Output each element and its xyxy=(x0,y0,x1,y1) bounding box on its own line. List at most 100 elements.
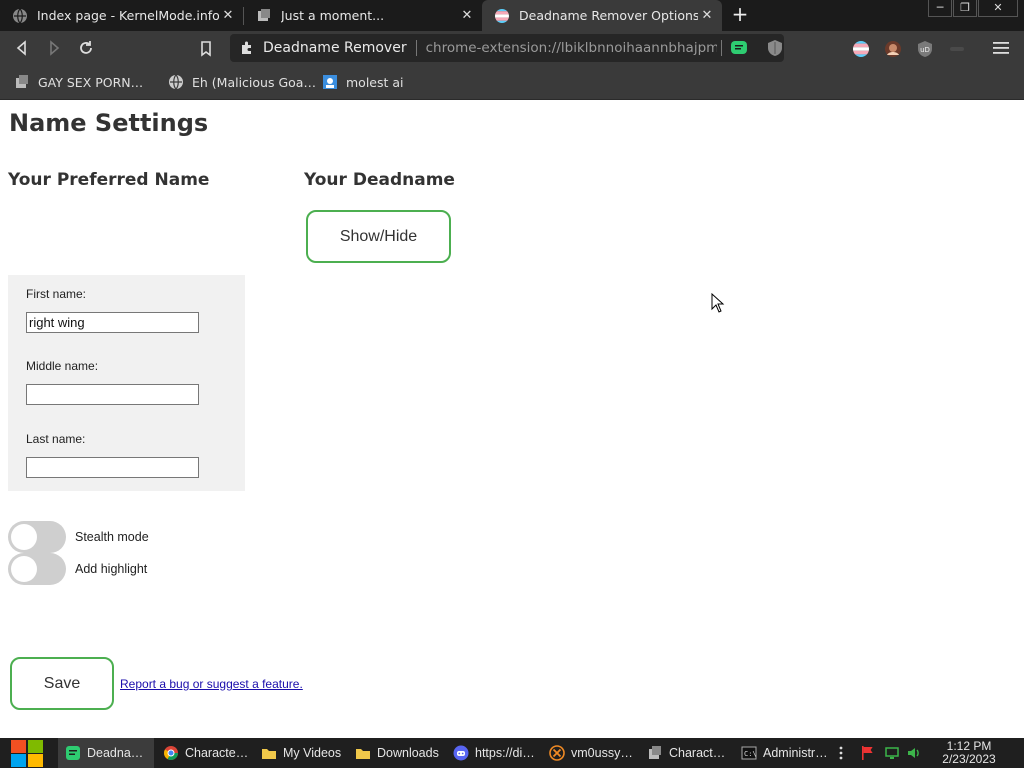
app-icon xyxy=(649,746,661,759)
taskbar-label: Characte… xyxy=(185,746,249,760)
tab-title: Deadname Remover Options xyxy=(519,8,698,23)
restore-icon[interactable]: ❐ xyxy=(953,0,977,17)
omnibox-divider xyxy=(415,40,417,56)
last-name-label: Last name: xyxy=(26,432,86,446)
globe-icon xyxy=(169,74,183,90)
tab-title: Just a moment... xyxy=(281,8,385,23)
forward-arrow-icon[interactable] xyxy=(44,38,64,58)
bookmarks-bar: GAY SEX PORN… Eh (Malicious Goa… molest … xyxy=(0,65,1024,100)
taskbar-label: Deadna… xyxy=(87,746,144,760)
close-icon[interactable]: ✕ xyxy=(219,8,237,23)
system-clock[interactable]: 1:12 PM 2/23/2023 xyxy=(930,740,1008,766)
middle-name-field[interactable] xyxy=(26,384,199,405)
url-text: chrome-extension://lbiklbnnoihaannbhajpm… xyxy=(425,40,718,56)
puzzle-extension-icon xyxy=(242,41,251,54)
tab-kernelmode[interactable]: Index page - KernelMode.info ✕ xyxy=(0,0,243,31)
add-highlight-toggle[interactable] xyxy=(8,553,66,585)
extension-name-label: Deadname Remover xyxy=(263,40,407,56)
close-icon[interactable]: ✕ xyxy=(458,8,476,23)
toggle-knob xyxy=(11,524,37,550)
tab-title: Index page - KernelMode.info xyxy=(37,8,219,23)
folder-icon xyxy=(356,749,370,759)
stealth-mode-label: Stealth mode xyxy=(75,530,149,544)
bookmark-label: molest ai xyxy=(346,74,404,90)
last-name-field[interactable] xyxy=(26,457,199,478)
show-hide-button[interactable]: Show/Hide xyxy=(306,210,451,263)
taskbar-label: Downloads xyxy=(377,746,439,760)
shield-icon[interactable] xyxy=(766,39,784,57)
windows-taskbar: Deadna… Characte… My Videos Downloads ht… xyxy=(0,738,1024,768)
windows-start-icon[interactable] xyxy=(10,739,44,768)
deadname-heading: Your Deadname xyxy=(304,170,455,190)
options-page: Name Settings Your Preferred Name Your D… xyxy=(0,100,1024,738)
taskbar-label: My Videos xyxy=(283,746,342,760)
speaker-icon[interactable] xyxy=(906,745,922,761)
taskbar-item[interactable]: My Videos xyxy=(254,738,344,768)
add-highlight-label: Add highlight xyxy=(75,562,148,576)
taskbar-item[interactable]: Deadna… xyxy=(58,738,154,768)
dim-extension-icon[interactable] xyxy=(948,40,966,58)
stack-icon xyxy=(16,75,28,88)
taskbar-label: Charact… xyxy=(669,746,726,760)
bookmark-label: GAY SEX PORN… xyxy=(38,74,144,90)
reload-icon[interactable] xyxy=(76,38,96,58)
network-icon[interactable] xyxy=(884,745,900,761)
globe-icon xyxy=(13,8,27,23)
svg-text:C:\: C:\ xyxy=(744,750,757,758)
taskbar-item[interactable]: https://di… xyxy=(446,738,538,768)
browser-tab-strip: Index page - KernelMode.info ✕ Just a mo… xyxy=(0,0,1024,31)
browser-toolbar: Deadname Remover chrome-extension://lbik… xyxy=(0,31,1024,65)
taskbar-label: Administr… xyxy=(763,746,828,760)
address-bar[interactable]: Deadname Remover chrome-extension://lbik… xyxy=(230,34,784,62)
bookmark-item[interactable]: molest ai xyxy=(322,72,404,92)
taskbar-item[interactable]: Characte… xyxy=(156,738,248,768)
omnibox-divider xyxy=(721,40,723,56)
new-tab-plus-icon[interactable]: + xyxy=(729,3,751,27)
close-icon[interactable]: ✕ xyxy=(698,8,716,23)
middle-name-label: Middle name: xyxy=(26,359,99,373)
bookmark-icon[interactable] xyxy=(196,38,216,58)
page-title: Name Settings xyxy=(9,109,209,137)
first-name-field[interactable] xyxy=(26,312,199,333)
loading-icon xyxy=(258,8,270,21)
first-name-label: First name: xyxy=(26,287,87,301)
ublock-shield-icon[interactable]: uD xyxy=(916,40,934,58)
taskbar-item[interactable]: Charact… xyxy=(640,738,730,768)
green-speech-extension-icon[interactable] xyxy=(730,39,748,57)
tab-deadname-remover-options[interactable]: Deadname Remover Options ✕ xyxy=(482,0,722,31)
bookmark-item[interactable]: GAY SEX PORN… xyxy=(14,72,143,92)
chrome-icon xyxy=(164,746,178,760)
overflow-dots-icon[interactable] xyxy=(836,745,846,761)
bookmark-item[interactable]: Eh (Malicious Goa… xyxy=(168,72,316,92)
bookmark-label: Eh (Malicious Goa… xyxy=(192,74,316,90)
trans-flag-extension-icon[interactable] xyxy=(852,40,870,58)
report-bug-link[interactable]: Report a bug or suggest a feature. xyxy=(120,677,303,691)
tab-just-a-moment[interactable]: Just a moment... ✕ xyxy=(244,0,482,31)
mouse-cursor-icon xyxy=(711,293,725,313)
green-app-icon xyxy=(66,746,80,760)
image-icon xyxy=(323,75,337,89)
toggle-knob xyxy=(11,556,37,582)
cmd-icon: C:\ xyxy=(741,746,757,760)
trans-flag-icon xyxy=(495,8,509,23)
minimize-icon[interactable]: ─ xyxy=(928,0,952,17)
flag-icon[interactable] xyxy=(860,745,876,761)
svg-text:uD: uD xyxy=(920,46,930,54)
taskbar-label: https://di… xyxy=(475,746,535,760)
taskbar-item[interactable]: C:\ Administr… xyxy=(734,738,828,768)
taskbar-label: vm0ussy… xyxy=(571,746,633,760)
taskbar-item[interactable]: Downloads xyxy=(348,738,440,768)
x-app-icon xyxy=(549,745,565,761)
clock-date: 2/23/2023 xyxy=(942,752,996,766)
back-arrow-icon[interactable] xyxy=(12,38,32,58)
preferred-name-form: First name: Middle name: Last name: xyxy=(8,275,245,491)
discord-icon xyxy=(453,745,469,761)
avatar-extension-icon[interactable] xyxy=(884,40,902,58)
save-button[interactable]: Save xyxy=(10,657,114,710)
stealth-mode-toggle[interactable] xyxy=(8,521,66,553)
menu-hamburger-icon[interactable] xyxy=(993,41,1009,55)
preferred-name-heading: Your Preferred Name xyxy=(8,170,210,190)
taskbar-item[interactable]: vm0ussy… xyxy=(542,738,634,768)
close-window-icon[interactable]: ✕ xyxy=(978,0,1018,17)
folder-icon xyxy=(262,749,276,759)
